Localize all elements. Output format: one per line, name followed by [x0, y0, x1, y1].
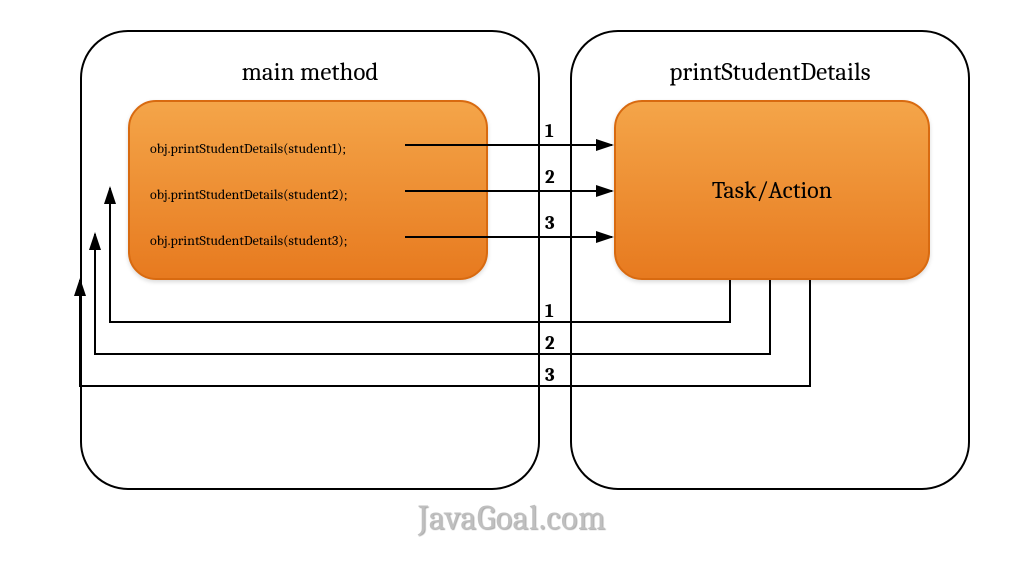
- main-method-box: obj.printStudentDetails(student1); obj.p…: [128, 100, 488, 280]
- task-action-label: Task/Action: [712, 176, 832, 204]
- watermark: JavaGoal.com: [0, 498, 1024, 538]
- print-student-title: printStudentDetails: [572, 58, 968, 87]
- return-label-3: 3: [545, 364, 555, 386]
- forward-label-3: 3: [545, 212, 555, 234]
- code-line-3: obj.printStudentDetails(student3);: [150, 232, 347, 249]
- code-line-1: obj.printStudentDetails(student1);: [150, 140, 346, 157]
- return-label-1: 1: [545, 300, 554, 322]
- forward-label-2: 2: [545, 166, 555, 188]
- code-line-2: obj.printStudentDetails(student2);: [150, 186, 348, 203]
- return-label-2: 2: [545, 332, 555, 354]
- task-action-box: Task/Action: [614, 100, 930, 280]
- main-method-title: main method: [82, 58, 538, 87]
- forward-label-1: 1: [545, 120, 554, 142]
